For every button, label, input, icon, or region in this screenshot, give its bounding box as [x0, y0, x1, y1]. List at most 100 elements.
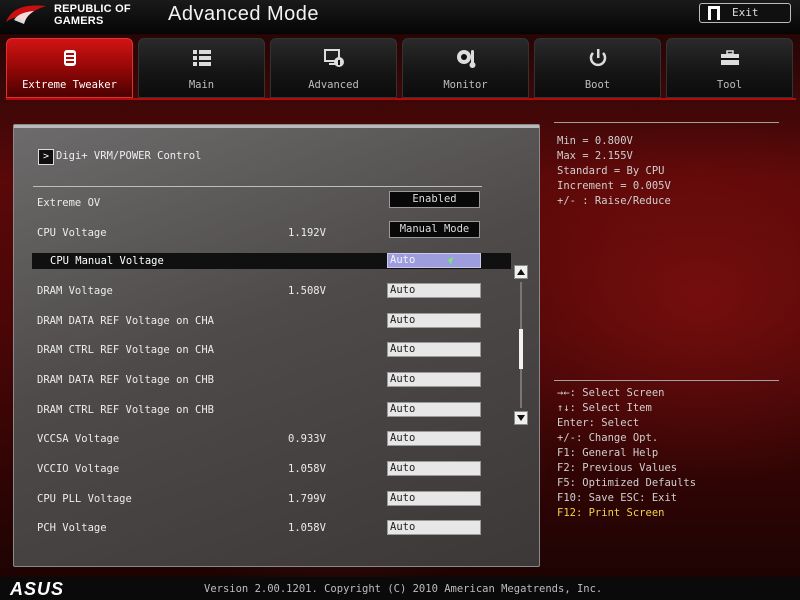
tab-label: Advanced — [308, 79, 359, 91]
setting-row-dram-data-ref-chb[interactable]: DRAM DATA REF Voltage on CHB Auto — [14, 372, 511, 388]
rog-logo-icon — [6, 5, 46, 24]
door-icon — [708, 6, 720, 20]
toolbox-icon — [720, 50, 739, 65]
setting-label: DRAM CTRL REF Voltage on CHA — [37, 344, 215, 356]
help-line: Standard = By CPU — [557, 165, 665, 177]
setting-row-vccio-voltage[interactable]: VCCIO Voltage 1.058V Auto — [14, 461, 511, 477]
tab-main[interactable]: Main — [138, 38, 265, 98]
setting-input[interactable]: Auto — [387, 313, 481, 328]
help-divider-top — [554, 122, 779, 123]
setting-value: 1.508V — [288, 285, 326, 297]
setting-input[interactable]: Auto — [387, 372, 481, 387]
help-divider-mid — [554, 380, 779, 381]
tab-label: Boot — [584, 79, 611, 91]
version-text: Version 2.00.1201. Copyright (C) 2010 Am… — [204, 583, 603, 595]
setting-input[interactable]: Auto — [387, 402, 481, 417]
setting-input[interactable]: Auto — [387, 461, 481, 476]
tab-tool[interactable]: Tool — [666, 38, 793, 98]
brand-text: REPUBLIC OF GAMERS — [54, 3, 131, 27]
setting-label: CPU PLL Voltage — [37, 493, 132, 505]
setting-label: DRAM CTRL REF Voltage on CHB — [37, 404, 215, 416]
asus-logo: ASUS — [10, 579, 65, 599]
tab-label: Main — [188, 79, 215, 91]
setting-row-cpu-manual-voltage[interactable]: CPU Manual Voltage Auto — [32, 253, 511, 269]
scrollbar[interactable] — [514, 265, 528, 425]
tab-bar: Extreme Tweaker Main Advanced Monitor Bo… — [6, 38, 796, 100]
item-help: Min = 0.800V Max = 2.155V Standard = By … — [557, 134, 782, 209]
setting-row-dram-data-ref-cha[interactable]: DRAM DATA REF Voltage on CHA Auto — [14, 313, 511, 329]
list-icon — [192, 50, 211, 66]
key-line: F5: Optimized Defaults — [557, 477, 697, 489]
scroll-up-button[interactable] — [514, 265, 528, 279]
setting-row-cpu-voltage[interactable]: CPU Voltage 1.192V Manual Mode — [14, 221, 511, 241]
key-line: F1: General Help — [557, 447, 659, 459]
tab-underline — [6, 98, 796, 100]
key-line: Enter: Select — [557, 417, 640, 429]
monitor-icon — [456, 50, 475, 68]
help-line: Min = 0.800V — [557, 135, 633, 147]
scroll-thumb[interactable] — [519, 329, 523, 370]
brand-line-2: GAMERS — [54, 15, 104, 27]
tab-label: Extreme Tweaker — [22, 79, 117, 91]
setting-label: VCCSA Voltage — [37, 433, 120, 445]
exit-label: Exit — [732, 6, 759, 19]
setting-row-extreme-ov[interactable]: Extreme OV Enabled — [14, 191, 511, 211]
footer-bar: ASUS Version 2.00.1201. Copyright (C) 20… — [0, 577, 800, 600]
divider — [33, 186, 482, 187]
tab-label: Tool — [716, 79, 743, 91]
tab-label: Monitor — [443, 79, 488, 91]
power-icon — [589, 49, 606, 67]
setting-value: 0.933V — [288, 433, 326, 445]
key-legend: →←: Select Screen ↑↓: Select Item Enter:… — [557, 386, 782, 521]
advanced-icon — [323, 49, 344, 67]
page-title: Advanced Mode — [168, 3, 320, 25]
setting-value: 1.192V — [288, 227, 326, 239]
tab-advanced[interactable]: Advanced — [270, 38, 397, 98]
setting-option[interactable]: Enabled — [389, 191, 480, 208]
setting-label: PCH Voltage — [37, 522, 107, 534]
arrow-up-icon — [517, 269, 525, 275]
help-line: Max = 2.155V — [557, 150, 633, 162]
setting-input[interactable]: Auto — [387, 283, 481, 298]
setting-input[interactable]: Auto — [387, 342, 481, 357]
setting-row-dram-ctrl-ref-cha[interactable]: DRAM CTRL REF Voltage on CHA Auto — [14, 342, 511, 358]
setting-label: DRAM DATA REF Voltage on CHB — [37, 374, 215, 386]
tab-boot[interactable]: Boot — [534, 38, 661, 98]
setting-option[interactable]: Manual Mode — [389, 221, 480, 238]
key-line: →←: Select Screen — [557, 387, 665, 399]
scroll-down-button[interactable] — [514, 411, 528, 425]
key-line: F2: Previous Values — [557, 462, 678, 474]
setting-row-dram-voltage[interactable]: DRAM Voltage 1.508V Auto — [14, 283, 511, 299]
setting-row-dram-ctrl-ref-chb[interactable]: DRAM CTRL REF Voltage on CHB Auto — [14, 402, 511, 418]
panel-top-border — [14, 125, 539, 128]
print-screen-hint: F12: Print Screen — [557, 507, 665, 519]
setting-input[interactable]: Auto — [387, 431, 481, 446]
tweaker-icon — [63, 50, 76, 66]
setting-input[interactable]: Auto — [387, 520, 481, 535]
brand-line-1: REPUBLIC OF — [54, 3, 131, 15]
submenu-label: Digi+ VRM/POWER Control — [56, 150, 202, 162]
setting-value: 1.058V — [288, 463, 326, 475]
setting-label: Extreme OV — [37, 197, 101, 209]
key-line: F10: Save ESC: Exit — [557, 492, 678, 504]
tab-extreme-tweaker[interactable]: Extreme Tweaker — [6, 38, 133, 98]
setting-value: 1.058V — [288, 522, 326, 534]
setting-input[interactable]: Auto — [387, 253, 481, 268]
chevron-right-icon: > — [38, 149, 54, 165]
tab-monitor[interactable]: Monitor — [402, 38, 529, 98]
setting-label: DRAM Voltage — [37, 285, 113, 297]
setting-row-cpu-pll-voltage[interactable]: CPU PLL Voltage 1.799V Auto — [14, 491, 511, 507]
settings-panel: > Digi+ VRM/POWER Control Extreme OV Ena… — [13, 124, 540, 567]
setting-label: CPU Voltage — [37, 227, 107, 239]
setting-row-vccsa-voltage[interactable]: VCCSA Voltage 0.933V Auto — [14, 431, 511, 447]
setting-row-pch-voltage[interactable]: PCH Voltage 1.058V Auto — [14, 520, 511, 536]
key-line: ↑↓: Select Item — [557, 402, 652, 414]
help-line: Increment = 0.005V — [557, 180, 671, 192]
setting-label: DRAM DATA REF Voltage on CHA — [37, 315, 215, 327]
exit-button[interactable]: Exit — [699, 3, 791, 23]
help-line: +/- : Raise/Reduce — [557, 195, 671, 207]
setting-input[interactable]: Auto — [387, 491, 481, 506]
arrow-down-icon — [517, 415, 525, 421]
header-bar: REPUBLIC OF GAMERS Advanced Mode Exit — [0, 0, 800, 35]
setting-value: 1.799V — [288, 493, 326, 505]
